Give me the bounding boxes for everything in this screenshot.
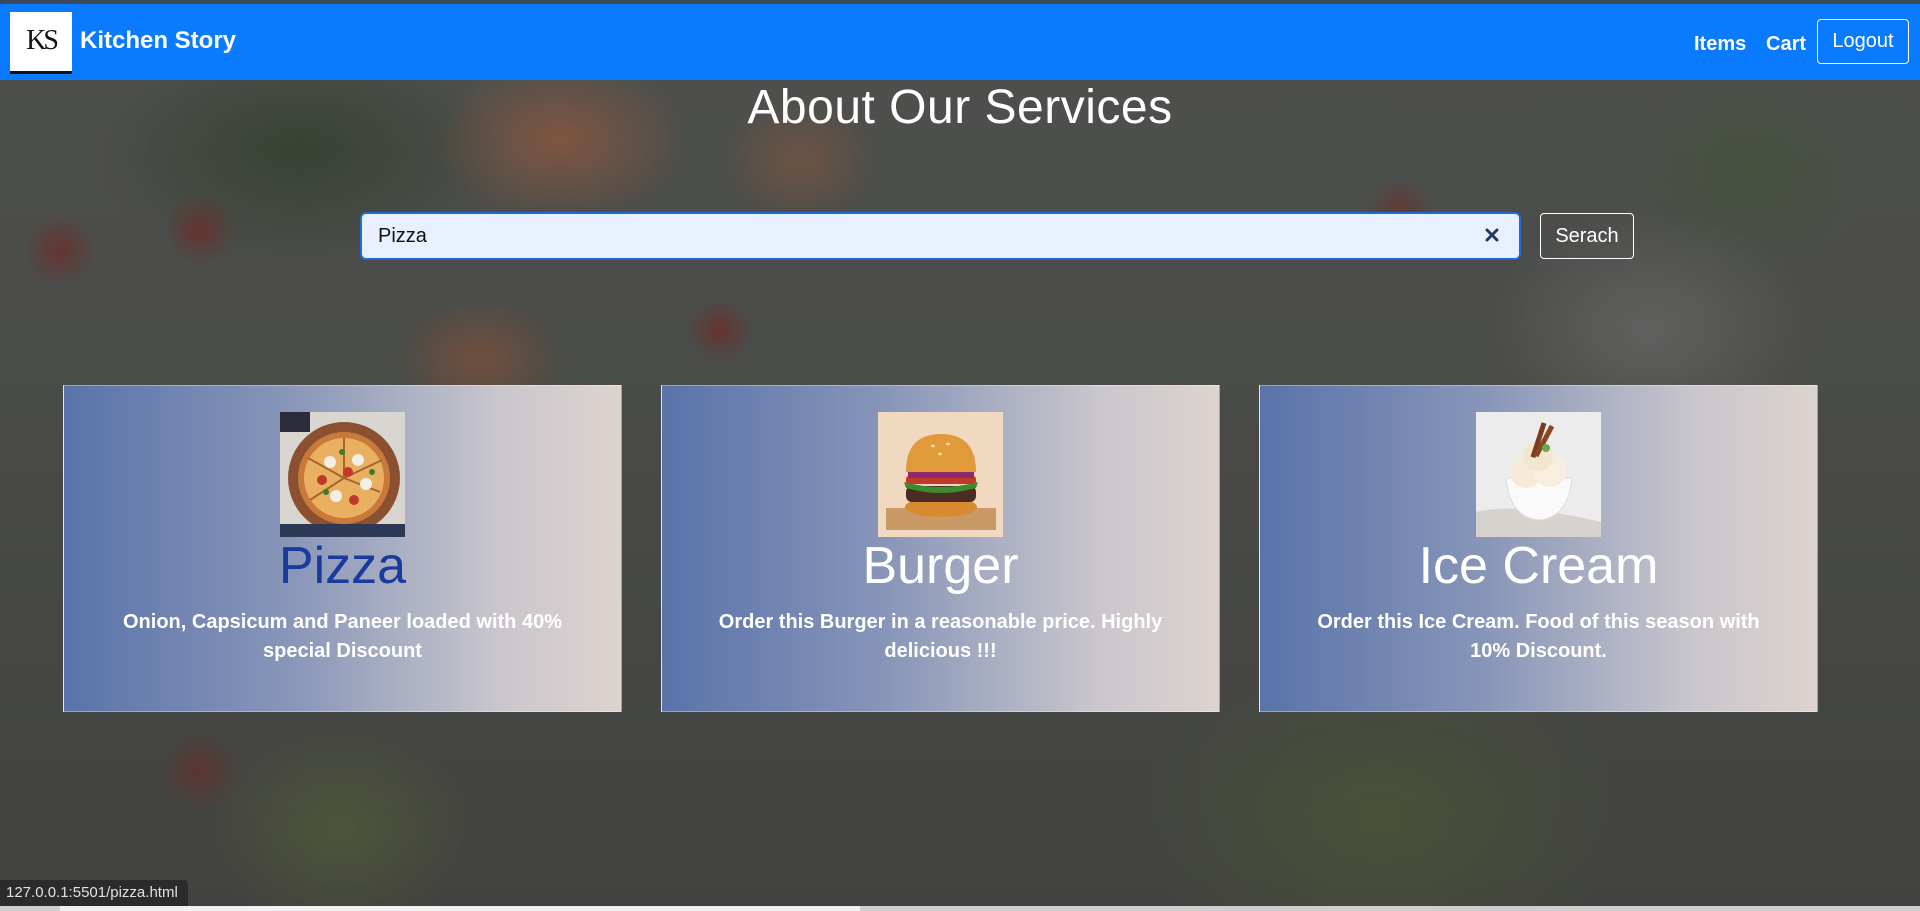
nav-link-items[interactable]: Items bbox=[1694, 33, 1746, 56]
ice-cream-image[interactable] bbox=[1476, 412, 1601, 537]
card-description: Onion, Capsicum and Paneer loaded with 4… bbox=[123, 611, 562, 662]
search-button[interactable]: Serach bbox=[1540, 213, 1634, 259]
search-box bbox=[360, 212, 1521, 260]
pizza-image[interactable] bbox=[280, 412, 405, 537]
service-card-ice-cream[interactable]: Ice Cream Order this Ice Cream. Food of … bbox=[1259, 385, 1818, 712]
service-card-pizza[interactable]: Pizza Onion, Capsicum and Paneer loaded … bbox=[63, 385, 622, 712]
clear-icon[interactable] bbox=[1481, 224, 1503, 246]
card-description: Order this Ice Cream. Food of this seaso… bbox=[1317, 611, 1760, 662]
nav-link-cart[interactable]: Cart bbox=[1766, 33, 1806, 56]
logo-monogram: KS bbox=[26, 24, 59, 56]
service-card-burger[interactable]: Burger Order this Burger in a reasonable… bbox=[661, 385, 1220, 712]
horizontal-scrollbar[interactable] bbox=[0, 906, 1920, 911]
card-description: Order this Burger in a reasonable price.… bbox=[718, 611, 1163, 662]
search-input[interactable] bbox=[362, 214, 1462, 258]
brand-logo[interactable]: KS bbox=[10, 12, 72, 74]
brand-name[interactable]: Kitchen Story bbox=[80, 27, 236, 55]
scrollbar-thumb[interactable] bbox=[60, 906, 860, 911]
status-bar-url: 127.0.0.1:5501/pizza.html bbox=[0, 880, 188, 906]
page-title: About Our Services bbox=[747, 81, 1173, 134]
navbar: KS Kitchen Story Items Cart Logout bbox=[0, 4, 1920, 80]
logout-button[interactable]: Logout bbox=[1817, 19, 1909, 64]
burger-image[interactable] bbox=[878, 412, 1003, 537]
card-title[interactable]: Pizza bbox=[64, 536, 621, 596]
card-title[interactable]: Ice Cream bbox=[1260, 536, 1817, 596]
card-title[interactable]: Burger bbox=[662, 536, 1219, 596]
